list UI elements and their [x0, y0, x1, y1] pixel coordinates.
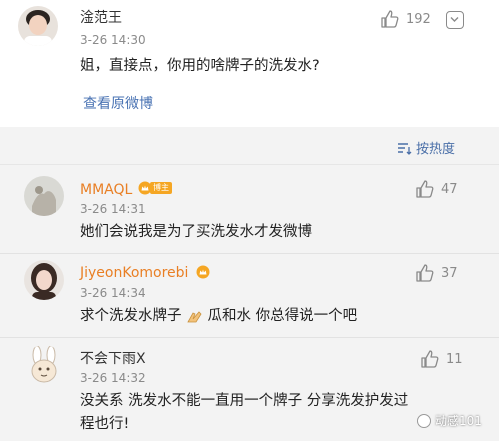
comment-like-count: 47 — [441, 181, 458, 197]
comment-like-button[interactable]: 47 — [415, 180, 458, 198]
comment-text-part: 求个洗发水牌子 — [80, 308, 182, 324]
original-post-card: 淦范王 3-26 14:30 192 姐，直接点，你用的啥牌子的洗发水? 查看原… — [0, 0, 499, 127]
divider — [0, 337, 499, 338]
sort-bar: 按热度 — [0, 127, 499, 165]
badge-label: 博主 — [150, 182, 172, 194]
post-like-count: 192 — [406, 11, 431, 27]
avatar[interactable] — [18, 6, 58, 46]
comment-content-line-1: 没关系 洗发水不能一直用一个牌子 分享洗发护发过 — [80, 393, 409, 409]
avatar[interactable] — [24, 345, 64, 385]
comment-timestamp: 3-26 14:34 — [80, 286, 146, 300]
view-original-link[interactable]: 查看原微博 — [83, 93, 153, 113]
comment-username[interactable]: JiyeonKomorebi — [80, 264, 188, 282]
watermark-text: 动感101 — [435, 414, 482, 428]
sort-label: 按热度 — [416, 142, 456, 157]
thumbs-up-icon — [416, 264, 434, 282]
avatar[interactable] — [24, 176, 64, 216]
post-username[interactable]: 淦范王 — [80, 9, 122, 27]
thumbs-up-icon — [381, 10, 399, 28]
comment-timestamp: 3-26 14:31 — [80, 202, 146, 216]
post-content: 姐，直接点，你用的啥牌子的洗发水? — [80, 58, 320, 74]
author-badge: 博主 — [138, 181, 172, 195]
pray-hands-icon — [186, 311, 202, 323]
comment-text-part: 瓜和水 你总得说一个吧 — [207, 308, 358, 324]
sort-lines-icon — [398, 142, 412, 155]
thumbs-up-icon — [416, 180, 434, 198]
divider — [0, 253, 499, 254]
comment-content: 她们会说我是为了买洗发水才发微博 — [80, 224, 312, 240]
comment-username[interactable]: 不会下雨X — [80, 350, 146, 368]
avatar[interactable] — [24, 260, 64, 300]
comment-like-button[interactable]: 37 — [415, 264, 458, 282]
comment-content: 求个洗发水牌子 瓜和水 你总得说一个吧 — [80, 305, 357, 327]
comment-username[interactable]: MMAQL — [80, 181, 132, 199]
post-like-button[interactable]: 192 — [380, 10, 431, 28]
more-menu-button[interactable] — [446, 11, 464, 29]
post-timestamp: 3-26 14:30 — [80, 33, 146, 47]
comment-like-count: 11 — [446, 351, 463, 367]
sort-by-popularity-button[interactable]: 按热度 — [396, 138, 455, 157]
crown-icon — [196, 265, 210, 279]
comment-like-count: 37 — [441, 265, 458, 281]
comment-content-line-2: 程也行! — [80, 416, 130, 432]
watermark-logo-icon — [417, 413, 431, 428]
member-badge — [196, 265, 210, 279]
watermark: 动感101 — [417, 412, 482, 429]
comment-timestamp: 3-26 14:32 — [80, 371, 146, 385]
thumbs-up-icon — [421, 350, 439, 368]
chevron-down-icon — [450, 17, 459, 22]
comment-like-button[interactable]: 11 — [420, 350, 463, 368]
